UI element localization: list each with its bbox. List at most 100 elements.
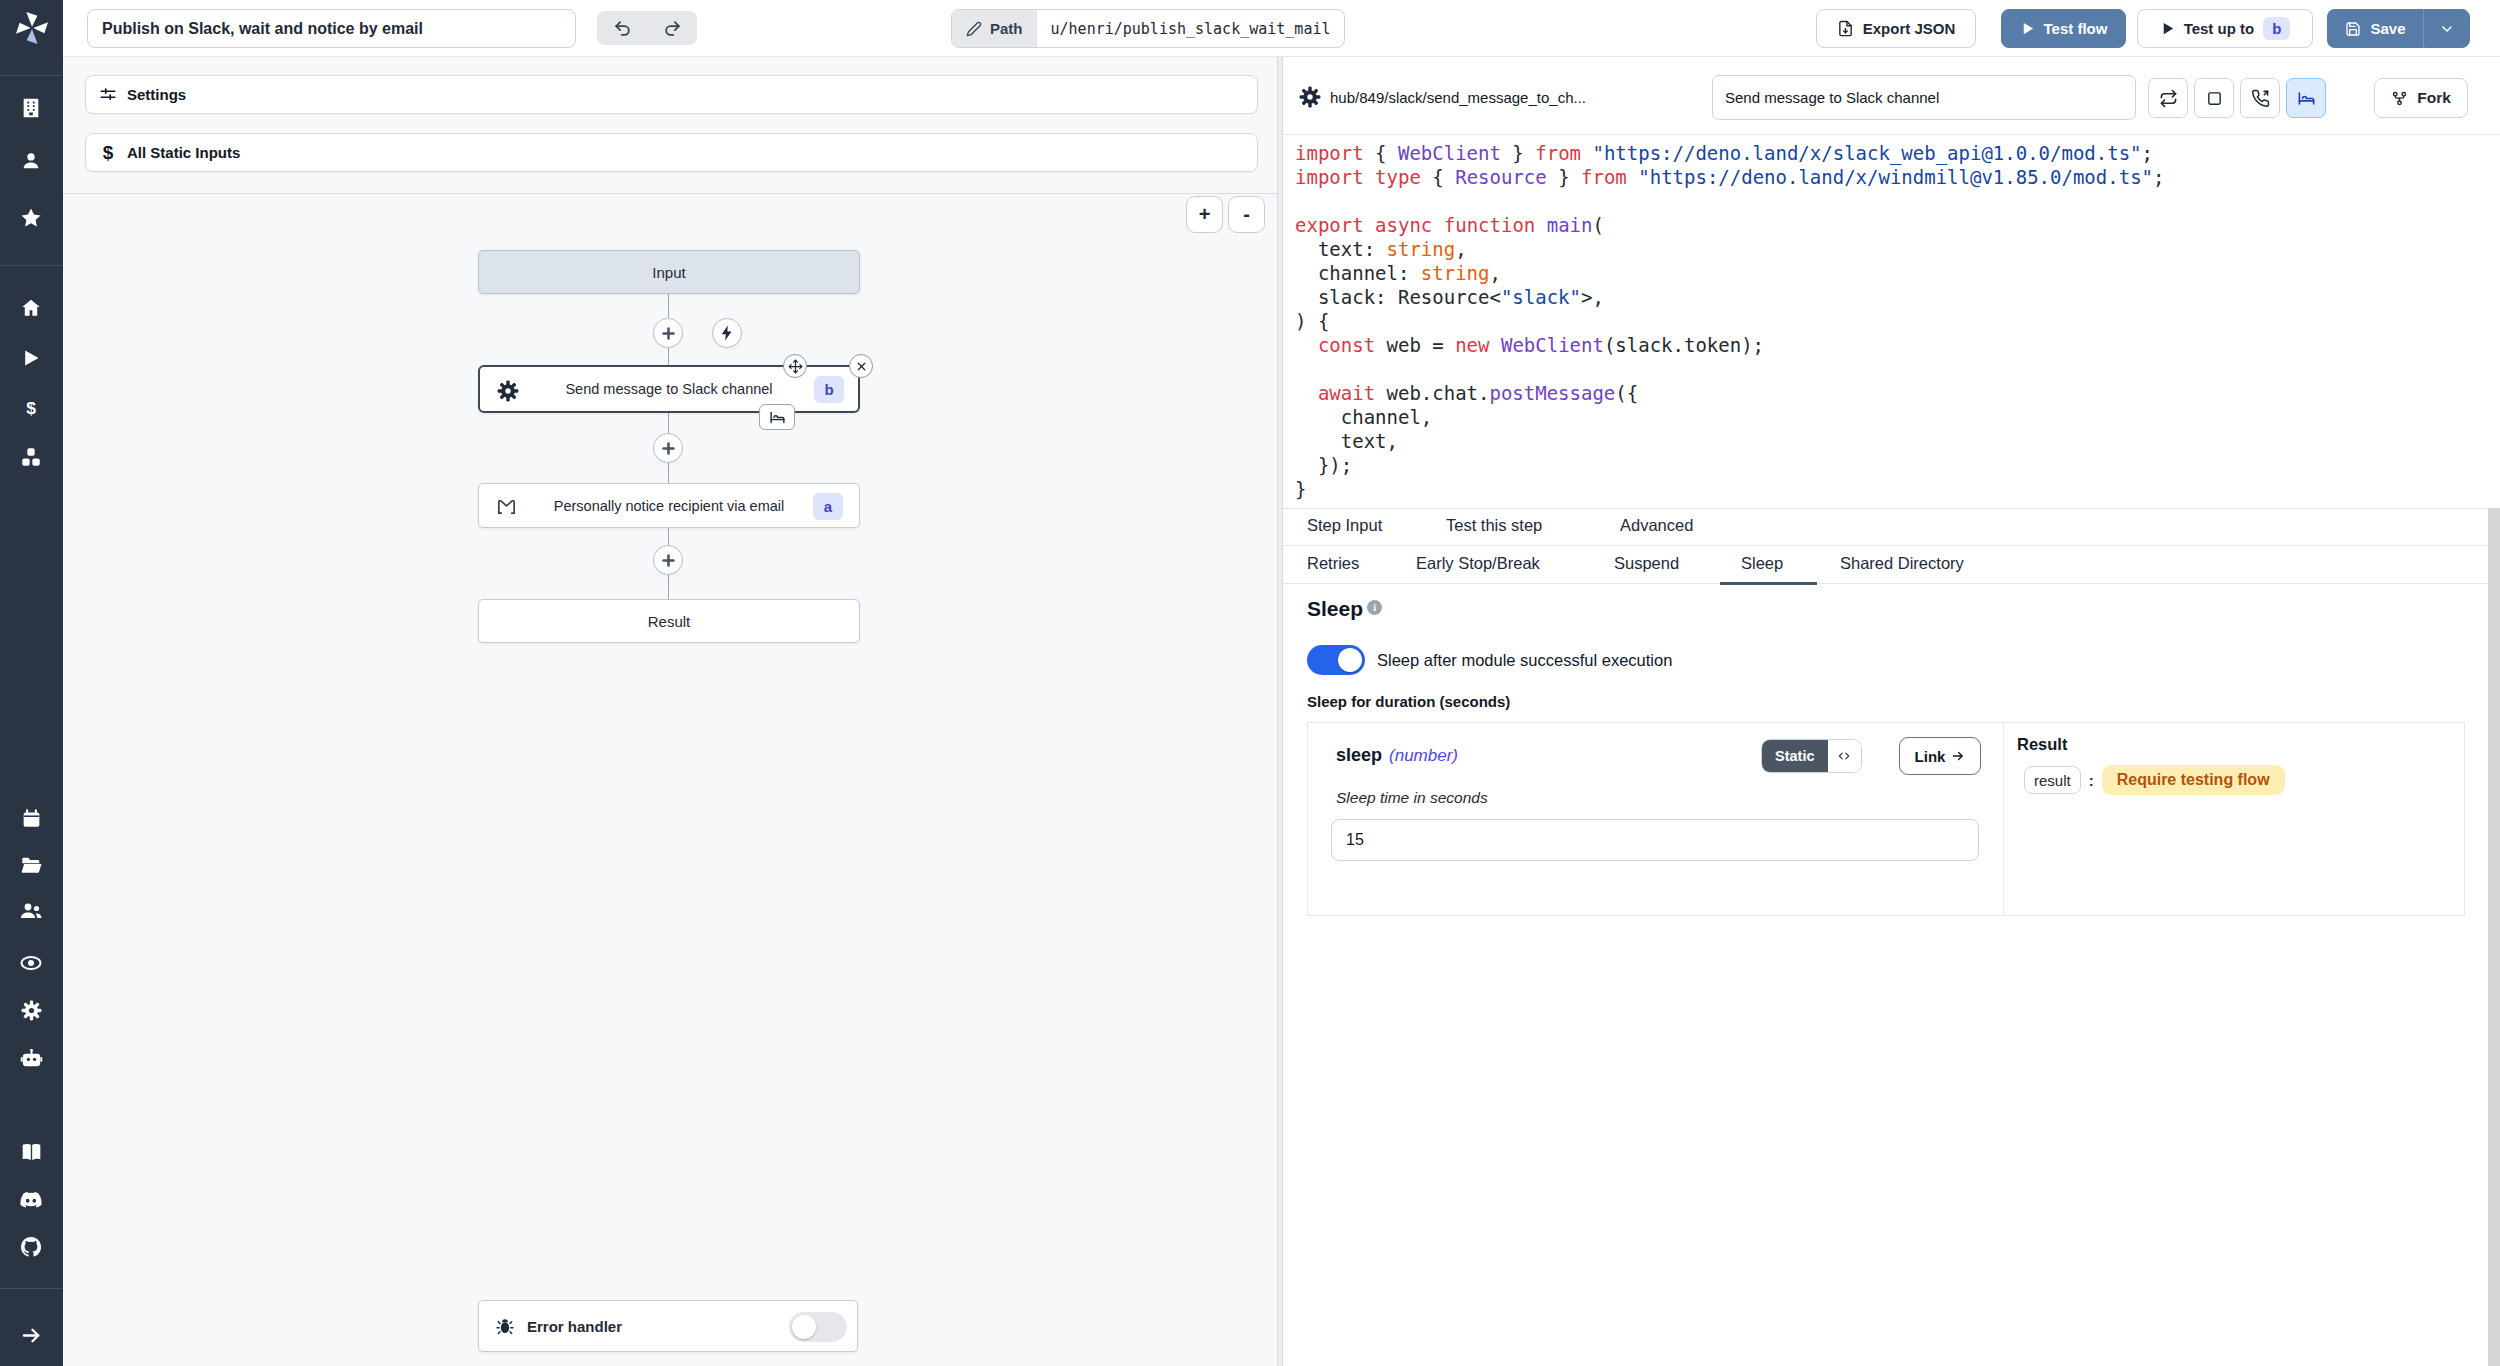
sleep-toggle[interactable] [1307, 645, 1365, 675]
lightning-icon [718, 324, 736, 342]
move-node-button[interactable] [783, 354, 807, 378]
all-static-inputs-bar[interactable]: $ All Static Inputs [85, 133, 1258, 172]
code-line: import type { Resource } from "https://d… [1295, 165, 2164, 189]
step-editor-panel: hub/849/slack/send_message_to_ch... Send… [1283, 57, 2500, 1366]
groups-icon[interactable] [16, 896, 46, 926]
scrollbar[interactable] [2488, 508, 2500, 1366]
audit-logs-icon[interactable] [16, 948, 46, 978]
trigger-button[interactable] [712, 318, 742, 348]
favorites-icon[interactable] [16, 203, 46, 233]
folders-icon[interactable] [16, 850, 46, 880]
git-fork-icon [2391, 90, 2408, 107]
code-editor[interactable]: import { WebClient } from "https://deno.… [1295, 141, 2164, 501]
apps-icon[interactable] [16, 1043, 46, 1073]
undo-button[interactable] [597, 11, 647, 45]
resources-icon[interactable] [16, 442, 46, 472]
docs-icon[interactable] [16, 1137, 46, 1167]
save-split-button: Save [2327, 9, 2470, 48]
step-summary-input[interactable]: Send message to Slack channel [1712, 75, 2136, 120]
undo-icon [613, 19, 632, 38]
field-header: sleep (number) [1336, 745, 1458, 766]
tab-suspend[interactable]: Suspend [1614, 554, 1679, 573]
code-line: text: string, [1295, 237, 2164, 261]
result-row: result : Require testing flow [2024, 765, 2285, 795]
delete-node-button[interactable] [849, 354, 873, 378]
tab-step-input[interactable]: Step Input [1307, 516, 1382, 535]
zoom-in-button[interactable]: + [1186, 196, 1223, 233]
code-segment[interactable] [1828, 740, 1861, 772]
edge [668, 528, 669, 545]
link-button[interactable]: Link [1899, 737, 1981, 775]
result-key-chip: result [2024, 766, 2081, 794]
sleep-value-input[interactable]: 15 [1331, 819, 1979, 861]
save-dropdown-button[interactable] [2424, 9, 2470, 48]
insert-step-button[interactable] [653, 545, 683, 575]
static-code-segmented: Static [1761, 739, 1862, 773]
home-icon[interactable] [16, 293, 46, 323]
tab-test-this-step[interactable]: Test this step [1446, 516, 1542, 535]
error-handler-bar[interactable]: Error handler [478, 1300, 858, 1352]
slack-node-label: Send message to Slack channel [565, 381, 772, 397]
tab-shared-directory[interactable]: Shared Directory [1840, 554, 1964, 573]
tab-advanced[interactable]: Advanced [1620, 516, 1693, 535]
settings-bar[interactable]: Settings [85, 75, 1258, 114]
export-json-button[interactable]: Export JSON [1816, 9, 1976, 48]
code-line: await web.chat.postMessage({ [1295, 381, 2164, 405]
tab-retries[interactable]: Retries [1307, 554, 1359, 573]
user-icon[interactable] [16, 146, 46, 176]
insert-step-button[interactable] [653, 318, 683, 348]
save-button[interactable]: Save [2327, 9, 2424, 48]
expand-icon[interactable] [16, 1320, 46, 1350]
path-group[interactable]: Path u/henri/publish_slack_wait_mail [951, 9, 1345, 48]
plus-icon [660, 440, 677, 457]
field-type: (number) [1389, 746, 1458, 766]
script-path: hub/849/slack/send_message_to_ch... [1330, 86, 1586, 108]
suspend-button[interactable] [2240, 78, 2280, 118]
sleep-section-header: Sleep i [1307, 597, 1382, 621]
code-line [1295, 189, 2164, 213]
flow-node-result[interactable]: Result [478, 599, 860, 643]
tab-early-stop-break[interactable]: Early Stop/Break [1416, 554, 1540, 573]
workspace-icon[interactable] [16, 93, 46, 123]
fork-button[interactable]: Fork [2374, 78, 2468, 118]
script-gear-icon [496, 379, 520, 403]
code-line [1295, 357, 2164, 381]
error-handler-toggle[interactable] [789, 1312, 847, 1342]
divider [1283, 134, 2500, 135]
flow-node-slack[interactable]: Send message to Slack channel b [478, 365, 860, 413]
field-name: sleep [1336, 745, 1382, 766]
static-segment[interactable]: Static [1762, 740, 1828, 772]
sleep-tab-button[interactable] [2286, 78, 2326, 118]
info-icon[interactable]: i [1367, 600, 1382, 615]
play-icon [2160, 21, 2175, 36]
windmill-logo[interactable] [12, 8, 52, 48]
test-up-to-button[interactable]: Test up to b [2137, 9, 2313, 48]
variables-icon[interactable]: $ [16, 393, 46, 423]
flow-node-email[interactable]: Personally notice recipient via email a [478, 483, 860, 528]
arrow-right-icon [1951, 749, 1965, 763]
stop-button[interactable] [2194, 78, 2234, 118]
insert-step-button[interactable] [653, 433, 683, 463]
refresh-script-button[interactable] [2148, 78, 2188, 118]
canvas-top-border [63, 193, 1277, 194]
test-flow-button[interactable]: Test flow [2001, 9, 2126, 48]
tab-sleep[interactable]: Sleep [1741, 554, 1783, 573]
discord-icon[interactable] [16, 1185, 46, 1215]
schedules-icon[interactable] [16, 803, 46, 833]
square-icon [2206, 90, 2223, 107]
move-icon [788, 359, 803, 374]
runs-icon[interactable] [16, 343, 46, 373]
flow-title-input[interactable]: Publish on Slack, wait and notice by ema… [87, 9, 576, 48]
workers-icon[interactable] [16, 995, 46, 1025]
redo-button[interactable] [647, 11, 697, 45]
slack-node-step-badge: b [814, 376, 844, 403]
flow-node-input[interactable]: Input [478, 250, 860, 294]
bed-icon [769, 409, 786, 426]
selected-tab-underline [1720, 582, 1817, 585]
zoom-out-button[interactable]: - [1228, 196, 1265, 233]
github-icon[interactable] [16, 1232, 46, 1262]
sleep-duration-label: Sleep for duration (seconds) [1307, 693, 1510, 710]
code-icon [1837, 749, 1851, 763]
pencil-icon [966, 21, 982, 37]
primary-tabs: Step Input Test this step Advanced [1283, 508, 2500, 546]
